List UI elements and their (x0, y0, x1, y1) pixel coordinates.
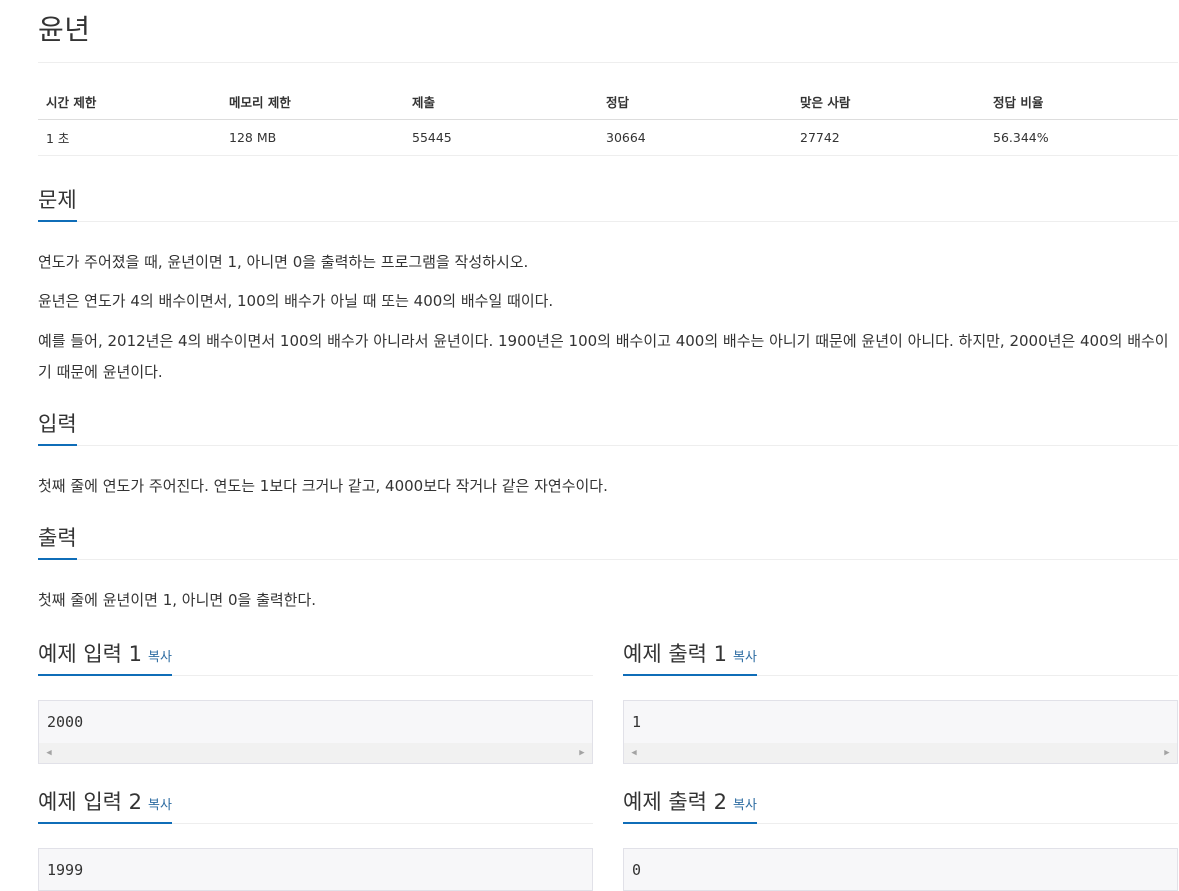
info-memory-limit: 128 MB (221, 119, 404, 156)
input-section-header: 입력 (38, 410, 1178, 446)
copy-sample-output-2-button[interactable]: 복사 (733, 798, 757, 813)
output-description: 첫째 줄에 윤년이면 1, 아니면 0을 출력한다. (38, 591, 317, 609)
sample-input-1-scrollbar[interactable]: ◀ ▶ (39, 743, 592, 763)
info-accept-ratio: 56.344% (985, 119, 1178, 156)
sample-input-1-value: 2000 (47, 713, 84, 731)
input-description: 첫째 줄에 연도가 주어진다. 연도는 1보다 크거나 같고, 4000보다 작… (38, 477, 608, 495)
sample-input-2-title: 예제 입력 2 (38, 790, 142, 814)
sample-output-2-value: 0 (632, 861, 642, 879)
problem-title: 윤년 (38, 13, 91, 46)
sample-input-1-title: 예제 입력 1 (38, 642, 142, 666)
problem-section-header: 문제 (38, 186, 1178, 222)
input-section-title: 입력 (38, 412, 77, 436)
output-section-header: 출력 (38, 524, 1178, 560)
sample-output-1-title: 예제 출력 1 (623, 642, 727, 666)
copy-sample-input-2-button[interactable]: 복사 (148, 798, 172, 813)
scroll-left-icon[interactable]: ◀ (41, 743, 57, 763)
sample-output-1-scrollbar[interactable]: ◀ ▶ (624, 743, 1177, 763)
sample-input-1-box[interactable]: 2000 ◀ ▶ (38, 700, 593, 764)
sample-input-2-value: 1999 (47, 861, 84, 879)
sample-output-2-title: 예제 출력 2 (623, 790, 727, 814)
sample-input-2-header: 예제 입력 2 복사 (38, 788, 593, 824)
problem-paragraph: 연도가 주어졌을 때, 윤년이면 1, 아니면 0을 출력하는 프로그램을 작성… (38, 253, 529, 271)
copy-sample-input-1-button[interactable]: 복사 (148, 650, 172, 665)
info-time-limit: 1 초 (38, 119, 221, 156)
problem-section-title: 문제 (38, 188, 77, 212)
copy-sample-output-1-button[interactable]: 복사 (733, 650, 757, 665)
problem-page: 윤년 시간 제한 메모리 제한 제출 정답 맞은 사람 정답 비율 1 초 12… (0, 0, 1179, 891)
sample-output-1-box[interactable]: 1 ◀ ▶ (623, 700, 1178, 764)
sample-output-1-value: 1 (632, 713, 642, 731)
sample-output-1-header: 예제 출력 1 복사 (623, 640, 1178, 676)
info-header-time-limit: 시간 제한 (38, 84, 221, 120)
info-solvers: 27742 (792, 119, 985, 156)
sample-output-2-header: 예제 출력 2 복사 (623, 788, 1178, 824)
title-divider (38, 62, 1178, 63)
info-value-row: 1 초 128 MB 55445 30664 27742 56.344% (38, 119, 1178, 156)
info-header-accept-ratio: 정답 비율 (985, 84, 1178, 120)
info-header-solvers: 맞은 사람 (792, 84, 985, 120)
scroll-right-icon[interactable]: ▶ (1159, 743, 1175, 763)
scroll-left-icon[interactable]: ◀ (626, 743, 642, 763)
output-section-title: 출력 (38, 526, 77, 550)
problem-info-table: 시간 제한 메모리 제한 제출 정답 맞은 사람 정답 비율 1 초 128 M… (38, 84, 1178, 156)
info-submissions: 55445 (404, 119, 598, 156)
info-header-submissions: 제출 (404, 84, 598, 120)
problem-paragraph: 윤년은 연도가 4의 배수이면서, 100의 배수가 아닐 때 또는 400의 … (38, 292, 554, 310)
info-header-row: 시간 제한 메모리 제한 제출 정답 맞은 사람 정답 비율 (38, 84, 1178, 120)
sample-output-2-box[interactable]: 0 (623, 848, 1178, 891)
sample-input-1-header: 예제 입력 1 복사 (38, 640, 593, 676)
info-header-accepted: 정답 (598, 84, 792, 120)
info-header-memory-limit: 메모리 제한 (221, 84, 404, 120)
info-accepted: 30664 (598, 119, 792, 156)
problem-paragraph: 예를 들어, 2012년은 4의 배수이면서 100의 배수가 아니라서 윤년이… (38, 332, 1169, 381)
scroll-right-icon[interactable]: ▶ (574, 743, 590, 763)
sample-input-2-box[interactable]: 1999 (38, 848, 593, 891)
